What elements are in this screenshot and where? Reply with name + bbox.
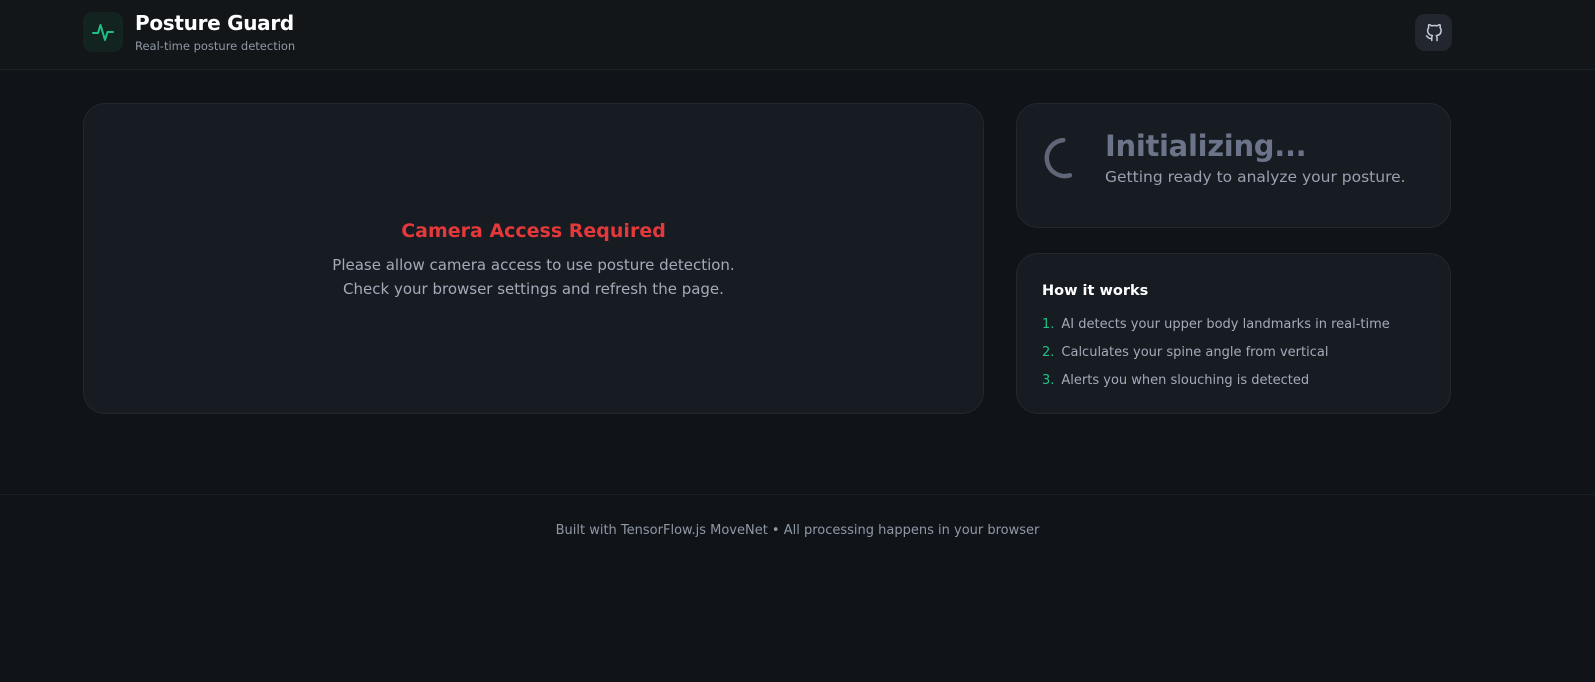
step-text: Alerts you when slouching is detected <box>1061 373 1310 388</box>
app-logo <box>83 12 123 52</box>
camera-panel: Camera Access Required Please allow came… <box>83 103 984 414</box>
camera-error-title: Camera Access Required <box>401 220 666 242</box>
camera-error-message-line1: Please allow camera access to use postur… <box>332 256 735 274</box>
footer-text: Built with TensorFlow.js MoveNet • All p… <box>555 523 1040 538</box>
app-header: Posture Guard Real-time posture detectio… <box>0 0 1595 70</box>
app-subtitle: Real-time posture detection <box>135 39 296 53</box>
github-button[interactable] <box>1415 14 1452 51</box>
camera-error-message-line2: Check your browser settings and refresh … <box>343 280 724 298</box>
how-it-works-panel: How it works 1. AI detects your upper bod… <box>1016 253 1451 414</box>
loading-spinner-icon <box>1044 137 1086 179</box>
list-item: 3. Alerts you when slouching is detected <box>1042 373 1390 401</box>
step-text: Calculates your spine angle from vertica… <box>1061 345 1329 360</box>
how-it-works-title: How it works <box>1042 283 1149 299</box>
status-panel: Initializing... Getting ready to analyze… <box>1016 103 1451 228</box>
activity-pulse-icon <box>92 24 114 41</box>
list-item: 2. Calculates your spine angle from verti… <box>1042 345 1390 373</box>
app-title: Posture Guard <box>135 11 294 35</box>
status-subtitle: Getting ready to analyze your posture. <box>1105 168 1406 186</box>
github-icon <box>1425 23 1442 41</box>
how-it-works-steps: 1. AI detects your upper body landmarks i… <box>1042 317 1390 401</box>
step-text: AI detects your upper body landmarks in … <box>1061 317 1390 332</box>
list-item: 1. AI detects your upper body landmarks i… <box>1042 317 1390 345</box>
step-number: 1. <box>1042 317 1055 332</box>
step-number: 2. <box>1042 345 1055 360</box>
status-title: Initializing... <box>1105 129 1307 163</box>
page-footer: Built with TensorFlow.js MoveNet • All p… <box>0 494 1595 682</box>
step-number: 3. <box>1042 373 1055 388</box>
